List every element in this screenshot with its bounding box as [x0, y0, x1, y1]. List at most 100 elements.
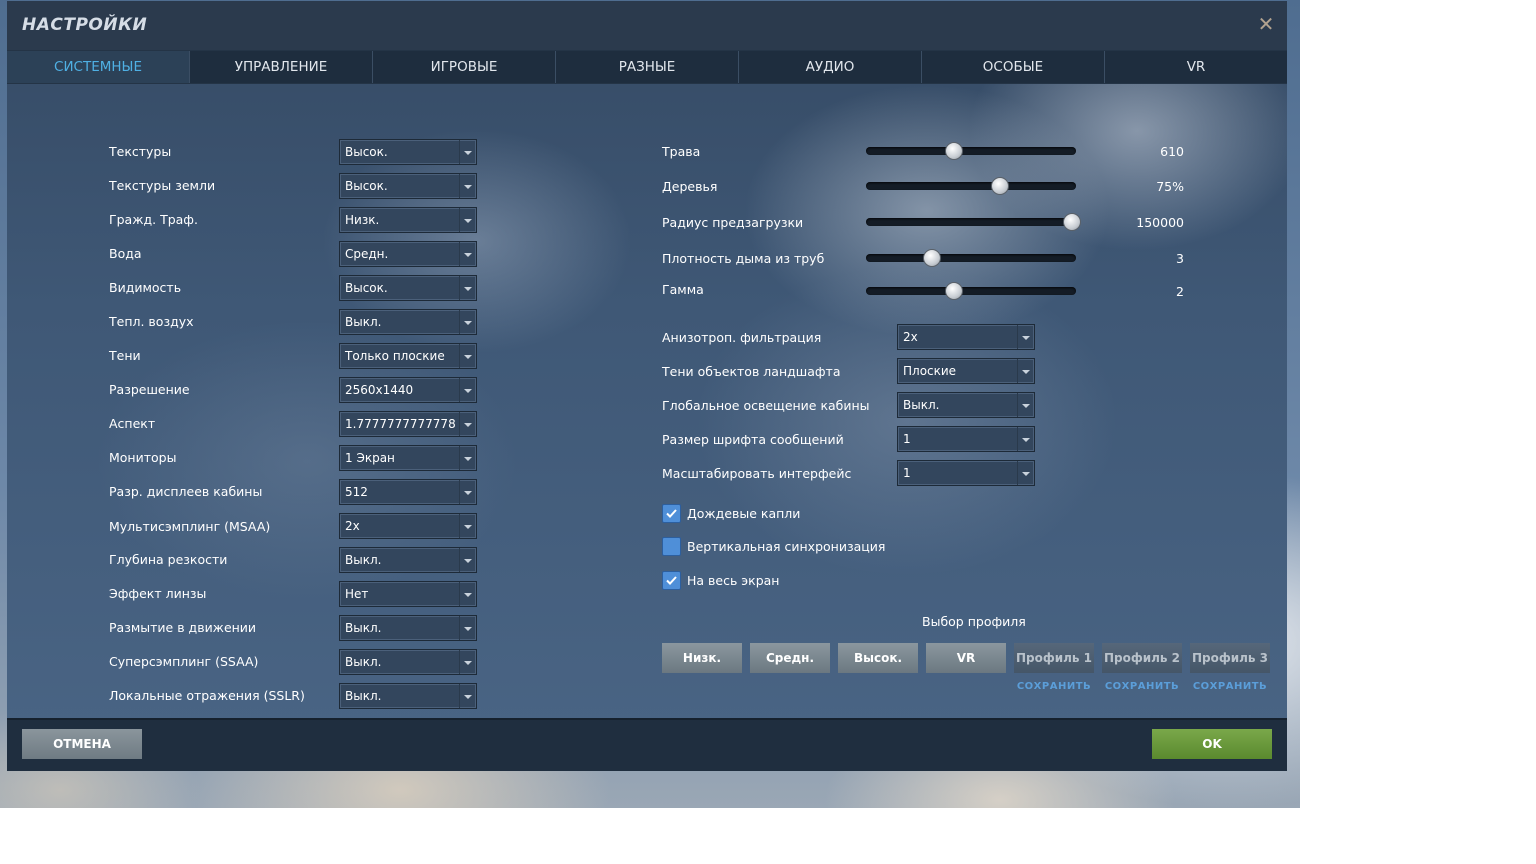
trees-slider[interactable] [866, 177, 1076, 195]
tab-special[interactable]: ОСОБЫЕ [922, 51, 1105, 83]
tab-audio[interactable]: АУДИО [739, 51, 922, 83]
profile-1-button[interactable]: Профиль 1 [1014, 643, 1094, 673]
chevron-down-icon [459, 480, 476, 504]
title-bar: НАСТРОЙКИ ✕ [7, 1, 1287, 50]
tab-vr[interactable]: VR [1105, 51, 1287, 83]
terrain-textures-select[interactable]: Высок. [339, 173, 477, 199]
slider-thumb[interactable] [923, 249, 941, 267]
ssaa-label: Суперсэмплинг (SSAA) [109, 654, 259, 669]
terrain-shadows-select[interactable]: Плоские [897, 358, 1035, 384]
monitors-label: Мониторы [109, 450, 177, 465]
resolution-select[interactable]: 2560x1440 [339, 377, 477, 403]
select-value: 1 Экран [345, 451, 395, 465]
chevron-down-icon [459, 276, 476, 300]
gamma-value: 2 [1176, 284, 1184, 299]
depth-of-field-select[interactable]: Выкл. [339, 547, 477, 573]
dialog-footer: ОТМЕНА OK [7, 718, 1287, 771]
select-value: Средн. [345, 247, 389, 261]
tab-misc[interactable]: РАЗНЫЕ [556, 51, 739, 83]
select-value: 1.7777777777778 [345, 417, 456, 431]
select-value: Выкл. [345, 689, 382, 703]
lens-effect-select[interactable]: Нет [339, 581, 477, 607]
vsync-checkbox[interactable] [662, 537, 681, 556]
ui-scale-select[interactable]: 1 [897, 460, 1035, 486]
sslr-select[interactable]: Выкл. [339, 683, 477, 709]
select-value: Высок. [345, 281, 388, 295]
chevron-down-icon [459, 412, 476, 436]
fullscreen-checkbox[interactable] [662, 571, 681, 590]
rain-drops-checkbox[interactable] [662, 504, 681, 523]
tab-system[interactable]: СИСТЕМНЫЕ [7, 51, 190, 83]
textures-label: Текстуры [109, 144, 172, 159]
message-font-select[interactable]: 1 [897, 426, 1035, 452]
tab-gameplay[interactable]: ИГРОВЫЕ [373, 51, 556, 83]
settings-dialog: НАСТРОЙКИ ✕ СИСТЕМНЫЕ УПРАВЛЕНИЕ ИГРОВЫЕ… [7, 1, 1287, 771]
chevron-down-icon [459, 548, 476, 572]
civil-traffic-select[interactable]: Низк. [339, 207, 477, 233]
select-value: 1 [903, 432, 911, 446]
aspect-select[interactable]: 1.7777777777778 [339, 411, 477, 437]
preload-radius-value: 150000 [1136, 215, 1184, 230]
grass-slider[interactable] [866, 142, 1076, 160]
preset-medium-button[interactable]: Средн. [750, 643, 830, 673]
cockpit-display-res-label: Разр. дисплеев кабины [109, 484, 263, 499]
smoke-density-slider[interactable] [866, 249, 1076, 267]
sslr-label: Локальные отражения (SSLR) [109, 688, 305, 703]
msaa-select[interactable]: 2x [339, 513, 477, 539]
textures-select[interactable]: Высок. [339, 139, 477, 165]
chevron-down-icon [459, 378, 476, 402]
heat-blur-label: Тепл. воздух [109, 314, 194, 329]
profile-3-button[interactable]: Профиль 3 [1190, 643, 1270, 673]
preload-radius-slider[interactable] [866, 213, 1081, 231]
preset-high-button[interactable]: Высок. [838, 643, 918, 673]
select-value: 512 [345, 485, 368, 499]
preset-vr-button[interactable]: VR [926, 643, 1006, 673]
grass-value: 610 [1160, 144, 1184, 159]
fullscreen-label: На весь экран [687, 573, 780, 588]
ssaa-select[interactable]: Выкл. [339, 649, 477, 675]
anisotropic-select[interactable]: 2x [897, 324, 1035, 350]
select-value: 2x [345, 519, 360, 533]
cockpit-gi-select[interactable]: Выкл. [897, 392, 1035, 418]
preset-low-button[interactable]: Низк. [662, 643, 742, 673]
shadows-select[interactable]: Только плоские [339, 343, 477, 369]
profile-2-button[interactable]: Профиль 2 [1102, 643, 1182, 673]
select-value: Только плоские [345, 349, 445, 363]
slider-thumb[interactable] [945, 282, 963, 300]
save-profile-1-link[interactable]: СОХРАНИТЬ [1014, 681, 1094, 692]
tab-bar: СИСТЕМНЫЕ УПРАВЛЕНИЕ ИГРОВЫЕ РАЗНЫЕ АУДИ… [7, 50, 1287, 84]
chevron-down-icon [459, 242, 476, 266]
depth-of-field-label: Глубина резкости [109, 552, 228, 567]
chevron-down-icon [1017, 325, 1034, 349]
gamma-slider[interactable] [866, 282, 1076, 300]
water-select[interactable]: Средн. [339, 241, 477, 267]
chevron-down-icon [459, 174, 476, 198]
heat-blur-select[interactable]: Выкл. [339, 309, 477, 335]
motion-blur-select[interactable]: Выкл. [339, 615, 477, 641]
profile-title: Выбор профиля [922, 614, 1026, 629]
slider-thumb[interactable] [991, 177, 1009, 195]
shadows-label: Тени [109, 348, 141, 363]
chevron-down-icon [459, 208, 476, 232]
cockpit-display-res-select[interactable]: 512 [339, 479, 477, 505]
ok-button[interactable]: OK [1152, 729, 1272, 759]
tab-controls[interactable]: УПРАВЛЕНИЕ [190, 51, 373, 83]
chevron-down-icon [459, 140, 476, 164]
visibility-select[interactable]: Высок. [339, 275, 477, 301]
slider-thumb[interactable] [1063, 213, 1081, 231]
aspect-label: Аспект [109, 416, 156, 431]
visibility-label: Видимость [109, 280, 182, 295]
smoke-density-value: 3 [1176, 251, 1184, 266]
cancel-button[interactable]: ОТМЕНА [22, 729, 142, 759]
close-icon[interactable]: ✕ [1257, 14, 1275, 34]
terrain-shadows-label: Тени объектов ландшафта [662, 364, 841, 379]
select-value: 1 [903, 466, 911, 480]
trees-label: Деревья [662, 179, 718, 194]
save-profile-3-link[interactable]: СОХРАНИТЬ [1190, 681, 1270, 692]
monitors-select[interactable]: 1 Экран [339, 445, 477, 471]
select-value: Плоские [903, 364, 957, 378]
slider-thumb[interactable] [945, 142, 963, 160]
save-profile-2-link[interactable]: СОХРАНИТЬ [1102, 681, 1182, 692]
select-value: Выкл. [345, 553, 382, 567]
select-value: 2560x1440 [345, 383, 414, 397]
